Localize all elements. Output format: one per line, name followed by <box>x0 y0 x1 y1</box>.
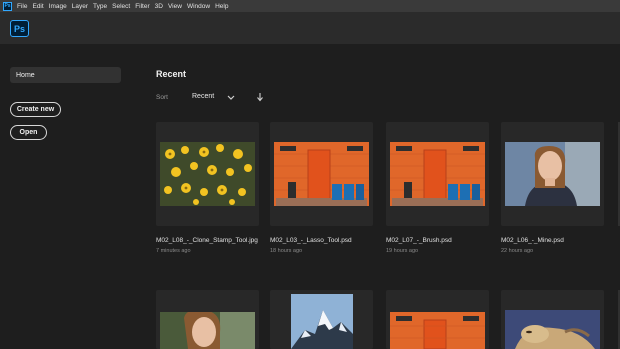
file-thumbnail <box>291 294 353 349</box>
recent-file-card[interactable] <box>156 122 259 226</box>
menu-select[interactable]: Select <box>112 3 130 10</box>
file-thumbnail <box>160 142 255 206</box>
recent-file-card[interactable] <box>270 290 373 349</box>
sidebar: Home Create new Open <box>0 44 135 349</box>
file-thumbnail <box>505 142 600 206</box>
file-thumbnail <box>390 142 485 206</box>
sidebar-item-home[interactable]: Home <box>10 67 121 83</box>
create-new-button[interactable]: Create new <box>10 102 61 117</box>
recent-file-card[interactable] <box>270 122 373 226</box>
file-name[interactable]: M02_L06_-_Mine.psd <box>501 237 564 244</box>
file-time: 7 minutes ago <box>156 248 191 254</box>
file-name[interactable]: M02_L08_-_Clone_Stamp_Tool.jpg <box>156 237 258 244</box>
page-title: Recent <box>156 69 187 79</box>
file-name[interactable]: M02_L07_-_Brush.psd <box>386 237 452 244</box>
chevron-down-icon[interactable] <box>226 93 236 102</box>
recent-file-card[interactable] <box>501 122 604 226</box>
sort-dropdown[interactable]: Recent <box>192 93 214 100</box>
menu-filter[interactable]: Filter <box>135 3 149 10</box>
menu-view[interactable]: View <box>168 3 182 10</box>
menu-3d[interactable]: 3D <box>155 3 163 10</box>
menu-help[interactable]: Help <box>215 3 228 10</box>
photoshop-logo[interactable]: Ps <box>10 20 29 37</box>
menu-layer[interactable]: Layer <box>72 3 88 10</box>
menu-type[interactable]: Type <box>93 3 107 10</box>
menu-image[interactable]: Image <box>49 3 67 10</box>
file-thumbnail <box>160 312 255 349</box>
file-time: 19 hours ago <box>386 248 419 254</box>
photoshop-app-icon[interactable]: Ps <box>3 1 12 11</box>
menu-window[interactable]: Window <box>187 3 210 10</box>
file-time: 22 hours ago <box>501 248 534 254</box>
file-thumbnail <box>274 142 369 206</box>
sort-descending-arrow-icon[interactable] <box>256 91 264 103</box>
open-button[interactable]: Open <box>10 125 47 140</box>
sort-label: Sort <box>156 94 168 101</box>
menu-bar: Ps File Edit Image Layer Type Select Fil… <box>0 0 620 12</box>
recent-file-card[interactable] <box>386 122 489 226</box>
recent-file-card[interactable] <box>156 290 259 349</box>
app-header: Ps <box>0 12 620 44</box>
file-thumbnail <box>505 310 600 349</box>
file-name[interactable]: M02_L03_-_Lasso_Tool.psd <box>270 237 352 244</box>
file-time: 18 hours ago <box>270 248 303 254</box>
home-main: Recent Sort Recent M02_L08_-_Clone_Stamp… <box>135 44 620 349</box>
menu-file[interactable]: File <box>17 3 27 10</box>
file-thumbnail <box>390 312 485 349</box>
recent-file-card[interactable] <box>386 290 489 349</box>
recent-file-card[interactable] <box>501 290 604 349</box>
menu-edit[interactable]: Edit <box>32 3 43 10</box>
